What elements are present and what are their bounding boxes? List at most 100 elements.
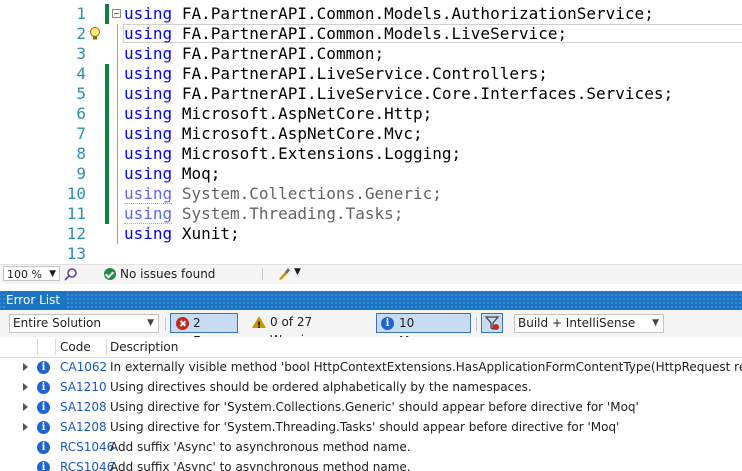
column-header-code[interactable]: Code <box>60 337 91 357</box>
build-filter-dropdown[interactable]: Build + IntelliSense ▼ <box>514 314 664 333</box>
toolbar-divider <box>165 317 166 331</box>
namespace: Moq; <box>181 164 221 183</box>
code-line[interactable]: 7 using Microsoft.AspNetCore.Mvc; <box>0 124 742 144</box>
code-line[interactable]: 1 using FA.PartnerAPI.Common.Models.Autho… <box>0 4 742 24</box>
info-icon: i <box>37 361 50 374</box>
filter-button[interactable] <box>481 313 503 333</box>
code-line[interactable]: 5 using FA.PartnerAPI.LiveService.Core.In… <box>0 84 742 104</box>
keyword: using <box>124 24 173 43</box>
messages-filter-button[interactable]: i 10 Messages <box>376 313 471 348</box>
chevron-down-icon: ▼ <box>652 318 659 328</box>
keyword: using <box>124 184 173 204</box>
keyword: using <box>124 204 173 224</box>
outline-guide <box>117 84 118 104</box>
grid-header: Code Description <box>0 337 742 358</box>
keyword: using <box>124 44 173 63</box>
change-marker <box>105 84 109 104</box>
table-row[interactable]: i RCS1046 Add suffix 'Async' to asynchrono… <box>0 457 742 471</box>
outline-guide <box>117 144 118 164</box>
namespace: Microsoft.AspNetCore.Http; <box>181 104 433 123</box>
line-number: 7 <box>76 124 86 143</box>
code-text: using Microsoft.AspNetCore.Http; <box>124 104 432 124</box>
code-line[interactable]: 12 using Xunit; <box>0 224 742 244</box>
error-description: Add suffix 'Async' to asynchronous metho… <box>110 460 411 471</box>
code-line[interactable]: 3 using FA.PartnerAPI.Common; <box>0 44 742 64</box>
keyword: using <box>124 124 173 143</box>
change-marker <box>105 144 109 164</box>
collapse-icon[interactable] <box>112 9 121 18</box>
info-icon: i <box>37 421 50 434</box>
error-code-link[interactable]: RCS1046 <box>60 457 114 471</box>
line-number: 2 <box>76 24 86 43</box>
error-code-link[interactable]: SA1208 <box>60 397 107 417</box>
code-line[interactable]: 9 using Moq; <box>0 164 742 184</box>
error-icon <box>176 317 189 330</box>
change-marker <box>105 184 109 204</box>
code-line[interactable]: 8 using Microsoft.Extensions.Logging; <box>0 144 742 164</box>
code-editor[interactable]: 1 using FA.PartnerAPI.Common.Models.Autho… <box>0 0 742 264</box>
code-text: using FA.PartnerAPI.Common.Models.LiveSe… <box>124 24 567 44</box>
scope-value: Entire Solution <box>13 316 101 330</box>
column-divider <box>106 339 107 355</box>
code-text: using FA.PartnerAPI.LiveService.Core.Int… <box>124 84 673 104</box>
code-line[interactable]: 11 using System.Threading.Tasks; <box>0 204 742 224</box>
plugin-icon[interactable] <box>64 267 78 281</box>
zoom-value: 100 % <box>7 268 42 281</box>
info-icon: i <box>37 441 50 454</box>
table-row[interactable]: i CA1062 In externally visible method 'boo… <box>0 357 742 377</box>
outline-guide <box>117 164 118 184</box>
code-line[interactable]: 10 using System.Collections.Generic; <box>0 184 742 204</box>
error-code-link[interactable]: SA1210 <box>60 377 107 397</box>
zoom-dropdown[interactable]: 100 % ▼ <box>3 266 60 281</box>
warnings-filter-button[interactable]: 0 of 27 Warnings <box>248 313 368 347</box>
outline-guide <box>117 24 118 44</box>
outline-guide <box>117 224 118 244</box>
outline-guide <box>117 64 118 84</box>
scope-dropdown[interactable]: Entire Solution ▼ <box>9 314 159 333</box>
change-marker <box>105 164 109 184</box>
namespace: System.Threading.Tasks; <box>181 204 404 223</box>
info-icon: i <box>37 381 50 394</box>
outline-guide <box>117 184 118 204</box>
code-line[interactable]: 6 using Microsoft.AspNetCore.Http; <box>0 104 742 124</box>
change-marker <box>105 104 109 124</box>
line-number: 1 <box>76 4 86 23</box>
expand-icon[interactable] <box>23 363 28 371</box>
namespace: FA.PartnerAPI.Common.Models.LiveService; <box>181 24 568 43</box>
keyword: using <box>124 164 173 183</box>
code-line[interactable]: 13 <box>0 244 742 264</box>
column-header-description[interactable]: Description <box>110 337 178 357</box>
expand-icon[interactable] <box>23 383 28 391</box>
code-cleanup-button[interactable]: ▼ <box>276 266 304 282</box>
code-text: using Moq; <box>124 164 220 184</box>
error-code-link[interactable]: CA1062 <box>60 357 107 377</box>
errors-filter-button[interactable]: 2 Errors <box>170 313 238 348</box>
error-code-link[interactable]: RCS1046 <box>60 437 114 457</box>
table-row[interactable]: i SA1208 Using directive for 'System.Threa… <box>0 417 742 437</box>
code-text: using FA.PartnerAPI.Common.Models.Author… <box>124 4 654 24</box>
code-text: using System.Collections.Generic; <box>124 184 442 204</box>
code-text: using FA.PartnerAPI.LiveService.Controll… <box>124 64 548 84</box>
table-row[interactable]: i SA1210 Using directives should be ordere… <box>0 377 742 397</box>
line-number: 13 <box>66 244 86 263</box>
filter-icon <box>484 316 500 331</box>
table-row[interactable]: i SA1208 Using directive for 'System.Colle… <box>0 397 742 417</box>
error-code-link[interactable]: SA1208 <box>60 417 107 437</box>
error-description: In externally visible method 'bool HttpC… <box>110 360 742 374</box>
expand-icon[interactable] <box>23 423 28 431</box>
brush-icon <box>279 268 290 280</box>
code-text: using Microsoft.AspNetCore.Mvc; <box>124 124 423 144</box>
error-description: Using directives should be ordered alpha… <box>110 380 532 394</box>
line-number: 12 <box>66 224 86 243</box>
namespace: System.Collections.Generic; <box>181 184 442 203</box>
code-line[interactable]: 4 using FA.PartnerAPI.LiveService.Control… <box>0 64 742 84</box>
lightbulb-icon[interactable] <box>88 26 102 42</box>
table-row[interactable]: i RCS1046 Add suffix 'Async' to asynchrono… <box>0 437 742 457</box>
chevron-down-icon: ▼ <box>49 269 56 279</box>
line-number: 5 <box>76 84 86 103</box>
code-text: using Microsoft.Extensions.Logging; <box>124 144 461 164</box>
error-list-title-bar[interactable]: Error List <box>0 291 742 310</box>
expand-icon[interactable] <box>23 403 28 411</box>
code-line[interactable]: 2 using FA.PartnerAPI.Common.Models.Live… <box>0 24 742 44</box>
issues-status[interactable]: No issues found <box>120 266 215 282</box>
